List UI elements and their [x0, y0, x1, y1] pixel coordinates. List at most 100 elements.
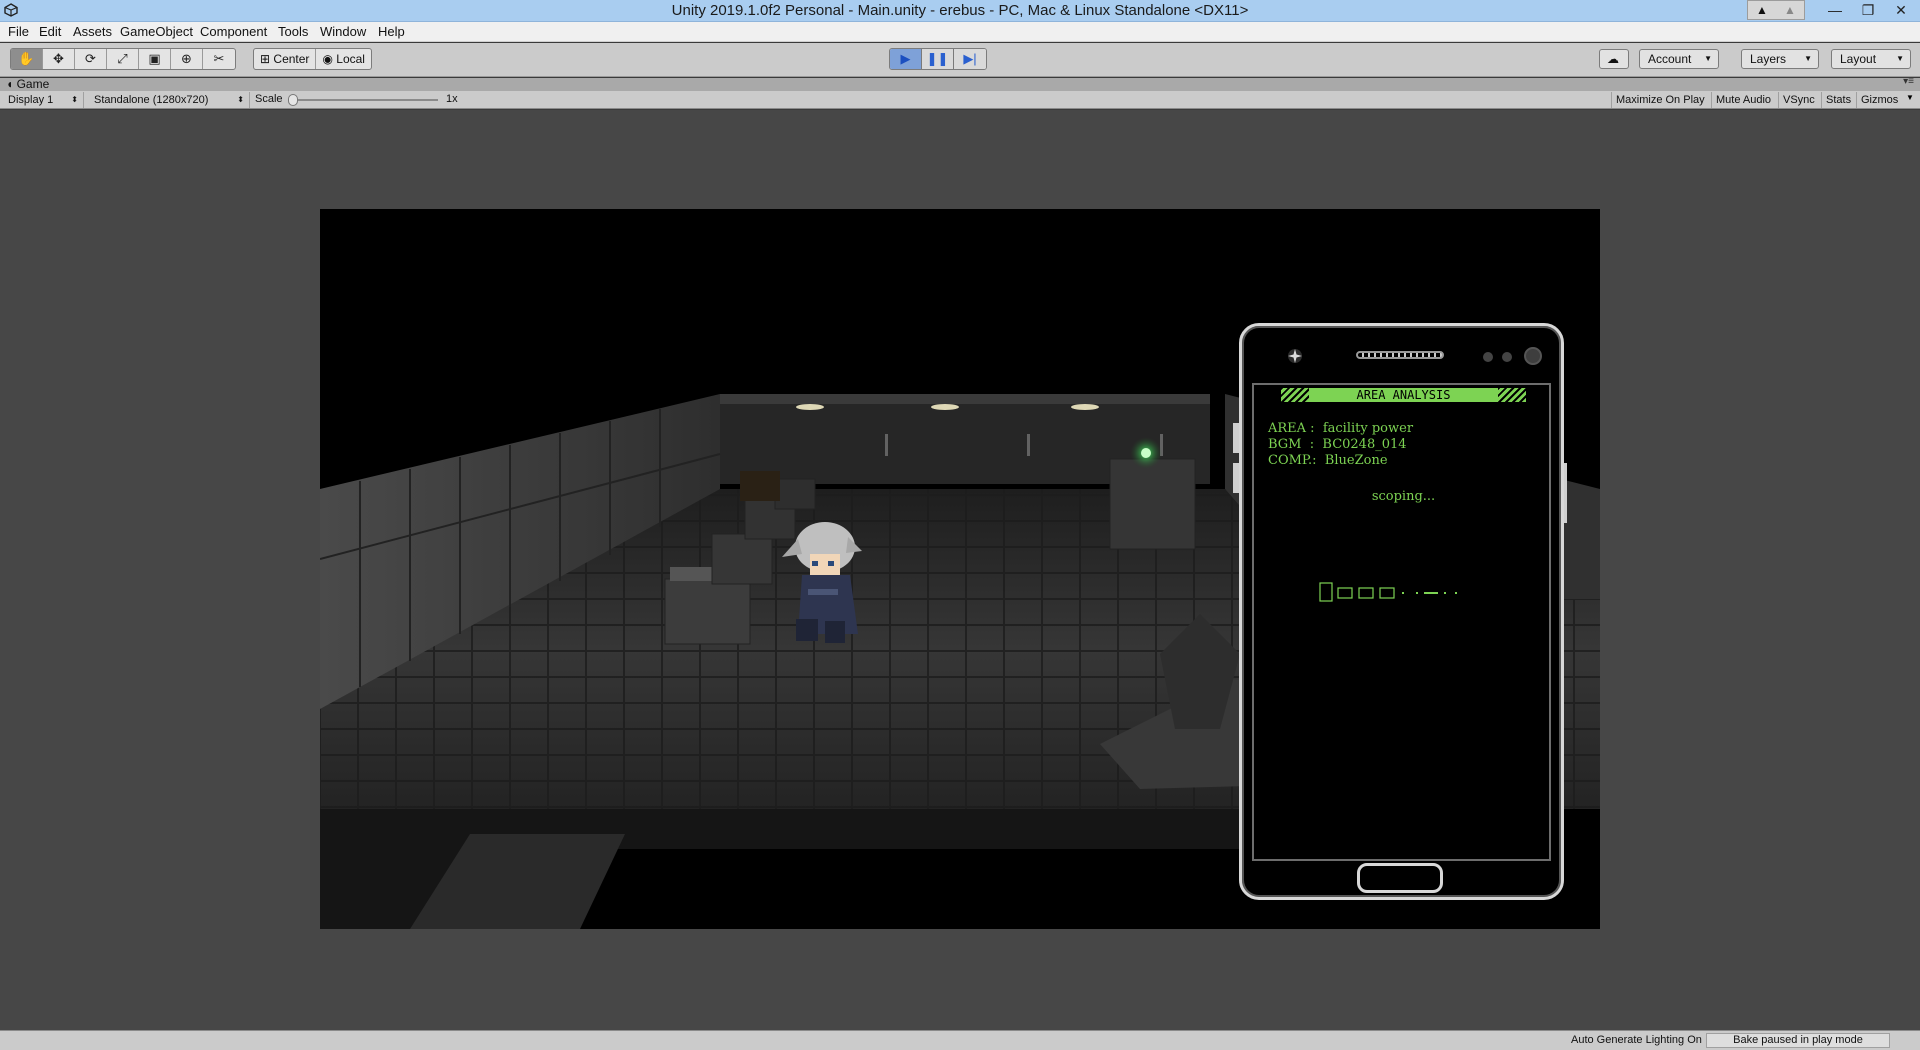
layers-dropdown[interactable]: Layers ▼: [1741, 49, 1819, 69]
account-label: Account: [1648, 52, 1692, 66]
sparkle-icon: [1288, 349, 1302, 363]
hand-tool-button[interactable]: ✋: [11, 49, 43, 69]
phone-camera: [1524, 347, 1542, 365]
step-button[interactable]: ▶|: [954, 49, 986, 69]
area-analysis-title: AREA ANALYSIS: [1356, 388, 1451, 402]
minimize-button[interactable]: —: [1820, 0, 1850, 20]
collab-button[interactable]: ☁: [1599, 49, 1629, 69]
phone-home-button: [1357, 863, 1443, 893]
phone-sensor: [1502, 352, 1512, 362]
stats-toggle[interactable]: Stats: [1821, 92, 1855, 108]
menu-assets[interactable]: Assets: [73, 24, 112, 39]
pivot-center-button[interactable]: ⊞ Center: [254, 49, 317, 69]
pivot-local-label: Local: [336, 52, 365, 66]
pause-button[interactable]: ❚❚: [922, 49, 954, 69]
pivot-center-icon: ⊞: [260, 52, 271, 66]
menu-help[interactable]: Help: [378, 24, 405, 39]
resolution-label: Standalone (1280x720): [94, 94, 209, 106]
game-icon: ◖: [6, 77, 14, 91]
updown-icon: ⬍: [71, 95, 78, 104]
rect-tool-button[interactable]: ▣: [139, 49, 171, 69]
game-view: AREA ANALYSIS AREA : facility power BGM …: [0, 110, 1920, 1030]
custom-tool-button[interactable]: ✂: [203, 49, 235, 69]
move-icon: ✥: [53, 51, 64, 66]
hand-icon: ✋: [18, 51, 35, 66]
restore-button[interactable]: ❐: [1853, 0, 1883, 20]
gizmos-toggle[interactable]: Gizmos: [1856, 92, 1902, 108]
chevron-down-icon: ▼: [1704, 54, 1712, 63]
layers-label: Layers: [1750, 52, 1787, 66]
bgm-line: BGM : BC0248_014: [1268, 437, 1407, 452]
scale-slider-thumb[interactable]: [288, 94, 298, 106]
menu-tools[interactable]: Tools: [278, 24, 308, 39]
account-dropdown[interactable]: Account ▼: [1639, 49, 1719, 69]
scale-label: Scale: [255, 93, 283, 105]
game-viewport[interactable]: AREA ANALYSIS AREA : facility power BGM …: [320, 209, 1600, 929]
display-label: Display 1: [8, 94, 54, 106]
menu-window[interactable]: Window: [320, 24, 366, 39]
transform-tool-button[interactable]: ⊕: [171, 49, 203, 69]
collapse-alt-icon[interactable]: ▲: [1776, 2, 1804, 18]
lighting-status: Auto Generate Lighting On: [1571, 1034, 1702, 1046]
scale-slider-track[interactable]: [290, 99, 438, 101]
area-analysis-header: AREA ANALYSIS: [1281, 388, 1526, 402]
game-tab-label: Game: [16, 77, 50, 91]
title-context-buttons: ▲ ▲: [1747, 0, 1805, 20]
transform-tools: ✋ ✥ ⟳ ⤢ ▣ ⊕ ✂: [10, 48, 236, 70]
status-bar: Auto Generate Lighting On Bake paused in…: [0, 1030, 1920, 1050]
collapse-up-icon[interactable]: ▲: [1748, 2, 1776, 18]
game-view-controls: Display 1 ⬍ Standalone (1280x720) ⬍ Scale …: [0, 91, 1920, 109]
game-tab[interactable]: ◖ Game: [6, 77, 49, 91]
scale-value: 1x: [446, 93, 458, 105]
comp-line: COMP.: BlueZone: [1268, 453, 1388, 468]
play-controls: ▶ ❚❚ ▶|: [889, 48, 987, 70]
bake-status: Bake paused in play mode: [1706, 1033, 1890, 1048]
cloud-icon: ☁: [1607, 52, 1619, 66]
mute-audio-toggle[interactable]: Mute Audio: [1711, 92, 1775, 108]
layout-label: Layout: [1840, 52, 1877, 66]
menu-component[interactable]: Component: [200, 24, 267, 39]
chevron-down-icon: ▼: [1896, 54, 1904, 63]
updown-icon: ⬍: [237, 95, 244, 104]
phone-overlay: AREA ANALYSIS AREA : facility power BGM …: [1233, 323, 1567, 900]
maximize-on-play-toggle[interactable]: Maximize On Play: [1611, 92, 1709, 108]
vsync-toggle[interactable]: VSync: [1778, 92, 1819, 108]
resolution-dropdown[interactable]: Standalone (1280x720) ⬍: [86, 92, 250, 108]
menu-bar: File Edit Assets GameObject Component To…: [0, 22, 1920, 42]
rotate-icon: ⟳: [85, 51, 96, 66]
phone-screen: AREA ANALYSIS AREA : facility power BGM …: [1252, 383, 1551, 861]
transform-icon: ⊕: [181, 51, 192, 66]
menu-gameobject[interactable]: GameObject: [120, 24, 193, 39]
play-icon: ▶: [900, 51, 911, 66]
scale-tool-button[interactable]: ⤢: [107, 49, 139, 69]
play-button[interactable]: ▶: [890, 49, 922, 69]
close-button[interactable]: ✕: [1886, 0, 1916, 20]
gizmos-chevron-down-icon[interactable]: ▼: [1906, 93, 1914, 102]
rotate-tool-button[interactable]: ⟳: [75, 49, 107, 69]
tab-menu-icon[interactable]: ▾≡: [1903, 76, 1914, 87]
chevron-down-icon: ▼: [1804, 54, 1812, 63]
menu-file[interactable]: File: [8, 24, 29, 39]
pause-icon: ❚❚: [926, 51, 949, 66]
scale-icon: ⤢: [117, 51, 128, 66]
window-title-bar: Unity 2019.1.0f2 Personal - Main.unity -…: [0, 0, 1920, 22]
tools-icon: ✂: [213, 51, 225, 66]
step-icon: ▶|: [963, 51, 977, 66]
main-toolbar: ✋ ✥ ⟳ ⤢ ▣ ⊕ ✂ ⊞ Center ◉ Local ▶ ❚❚ ▶| ☁…: [0, 43, 1920, 77]
phone-speaker: [1356, 351, 1444, 359]
layout-dropdown[interactable]: Layout ▼: [1831, 49, 1911, 69]
phone-sensor: [1483, 352, 1493, 362]
pivot-center-label: Center: [273, 52, 310, 66]
move-tool-button[interactable]: ✥: [43, 49, 75, 69]
display-dropdown[interactable]: Display 1 ⬍: [0, 92, 84, 108]
window-title: Unity 2019.1.0f2 Personal - Main.unity -…: [671, 2, 1249, 19]
scan-progress-indicator: [1319, 582, 1457, 602]
pivot-toggles: ⊞ Center ◉ Local: [253, 48, 372, 70]
area-line: AREA : facility power: [1268, 421, 1414, 436]
menu-edit[interactable]: Edit: [39, 24, 61, 39]
rect-icon: ▣: [148, 51, 161, 66]
globe-icon: ◉: [322, 52, 333, 66]
game-tab-header: ◖ Game ▾≡: [0, 76, 1920, 91]
scoping-status: scoping...: [1371, 489, 1436, 504]
pivot-local-button[interactable]: ◉ Local: [316, 49, 371, 69]
